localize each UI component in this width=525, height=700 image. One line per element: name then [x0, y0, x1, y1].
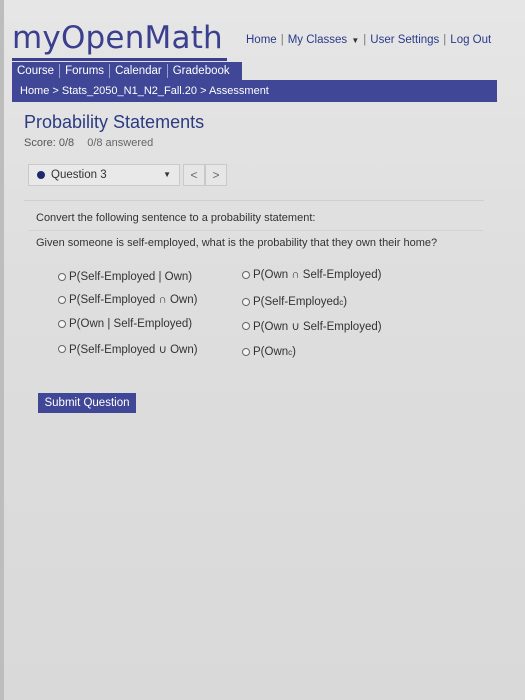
nav-tab-forums[interactable]: Forums [60, 64, 111, 78]
chevron-down-icon: ▼ [349, 36, 360, 45]
option-6[interactable]: P(Self-Employed c) [242, 296, 347, 308]
logo-underline [12, 58, 227, 61]
option-label: P(Self-Employed [253, 296, 340, 308]
question-selector[interactable]: Question 3 ▼ [28, 164, 180, 186]
separator: | [280, 34, 284, 46]
top-links: Home | My Classes ▼ | User Settings | Lo… [246, 34, 491, 46]
radio-button[interactable] [58, 345, 66, 353]
radio-button[interactable] [242, 271, 250, 279]
radio-button[interactable] [242, 298, 250, 306]
option-close-paren: ) [343, 296, 348, 308]
log-out-link[interactable]: Log Out [450, 34, 491, 46]
option-label: P(Self-Employed ∪ Own) [69, 344, 198, 356]
nav-tab-gradebook[interactable]: Gradebook [168, 64, 235, 78]
option-label: P(Own | Self-Employed) [69, 318, 193, 330]
page: myOpenMath Home | My Classes ▼ | User Se… [0, 0, 525, 700]
chevron-down-icon: ▼ [163, 170, 171, 179]
page-title: Probability Statements [24, 112, 205, 132]
logo-openmath: OpenMath [60, 20, 223, 56]
radio-button[interactable] [242, 322, 250, 330]
my-classes-label: My Classes [287, 34, 348, 46]
question-prompt: Convert the following sentence to a prob… [36, 212, 316, 224]
option-close-paren: ) [292, 346, 296, 358]
option-label: P(Self-Employed ∩ Own) [69, 294, 198, 306]
device-edge [0, 0, 4, 700]
option-label: P(Self-Employed | Own) [69, 271, 193, 283]
question-status-dot-icon [37, 171, 45, 179]
chevron-right-icon: > [212, 168, 220, 182]
radio-button[interactable] [58, 320, 66, 328]
separator: | [443, 34, 447, 46]
chevron-left-icon: < [190, 168, 198, 182]
logo-my: my [12, 20, 61, 56]
next-question-button[interactable]: > [205, 164, 227, 186]
question-text: Given someone is self-employed, what is … [36, 237, 438, 249]
previous-question-button[interactable]: < [183, 164, 205, 186]
option-7[interactable]: P(Own ∪ Self-Employed) [242, 319, 382, 333]
breadcrumb-text[interactable]: Home > Stats_2050_N1_N2_Fall.20 > Assess… [20, 85, 269, 97]
option-label: P(Own ∩ Self-Employed) [253, 269, 382, 281]
radio-button[interactable] [242, 348, 250, 356]
radio-button[interactable] [58, 273, 66, 281]
score-text: Score: 0/8 [24, 137, 75, 149]
submit-question-button[interactable]: Submit Question [38, 393, 136, 413]
question-divider [28, 230, 483, 231]
home-link[interactable]: Home [246, 34, 277, 46]
option-8[interactable]: P(Own c) [242, 346, 296, 358]
answered-count: 0/8 answered [87, 137, 154, 149]
radio-button[interactable] [58, 296, 66, 304]
course-nav: Course Forums Calendar Gradebook [12, 62, 242, 80]
nav-tab-calendar[interactable]: Calendar [110, 64, 168, 78]
nav-tab-course[interactable]: Course [12, 64, 61, 78]
option-label: P(Own [253, 346, 289, 358]
option-5[interactable]: P(Own ∩ Self-Employed) [242, 269, 381, 281]
question-selector-label: Question 3 [51, 169, 107, 181]
score-line: Score: 0/8 0/8 answered [24, 137, 153, 149]
option-3[interactable]: P(Own | Self-Employed) [58, 318, 192, 330]
option-label: P(Own ∪ Self-Employed) [253, 321, 382, 333]
option-1[interactable]: P(Self-Employed | Own) [58, 271, 192, 283]
separator: | [363, 34, 367, 46]
user-settings-link[interactable]: User Settings [370, 34, 439, 46]
option-2[interactable]: P(Self-Employed ∩ Own) [58, 294, 197, 306]
my-classes-link[interactable]: My Classes ▼ [288, 34, 360, 46]
breadcrumb: Home > Stats_2050_N1_N2_Fall.20 > Assess… [12, 80, 497, 102]
option-4[interactable]: P(Self-Employed ∪ Own) [58, 342, 198, 356]
myopenmath-logo[interactable]: myOpenMath [12, 20, 223, 56]
